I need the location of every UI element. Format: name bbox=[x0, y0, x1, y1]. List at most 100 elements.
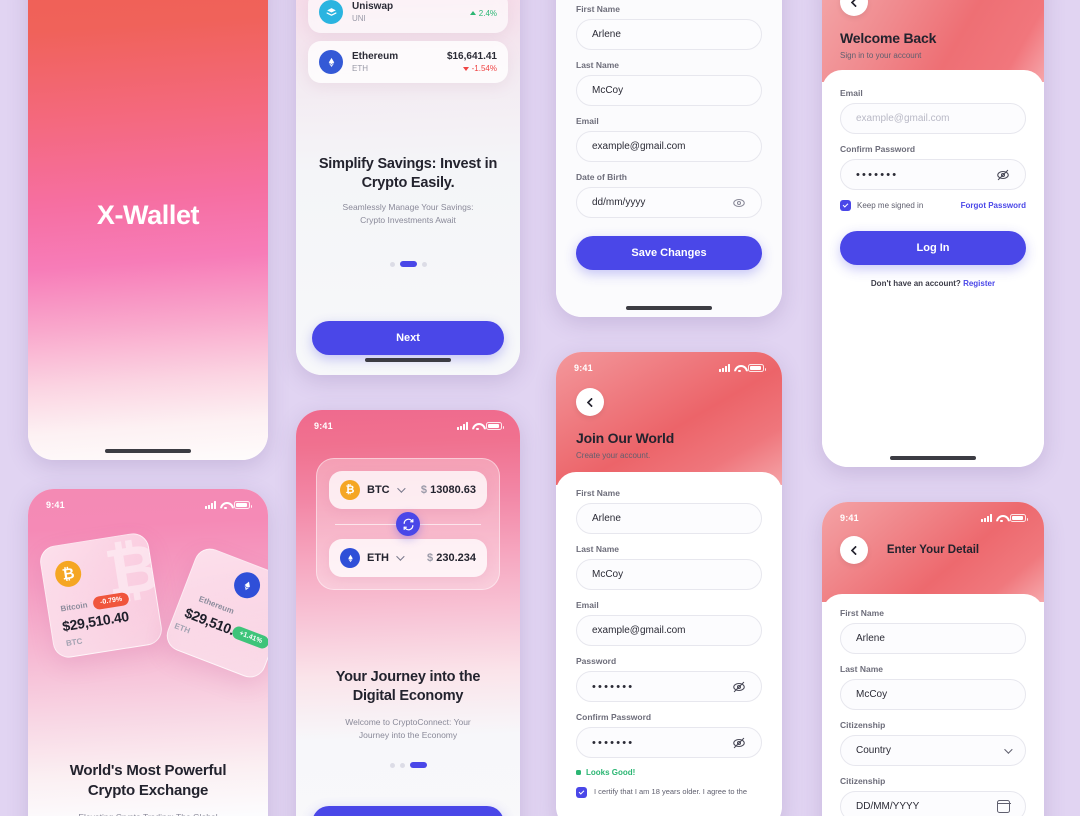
ethereum-icon bbox=[230, 568, 264, 603]
page-title: Welcome Back bbox=[840, 30, 937, 46]
get-started-button[interactable]: Get Started bbox=[312, 806, 504, 816]
date-input[interactable]: DD/MM/YYYY bbox=[840, 791, 1026, 816]
confirm-password-input[interactable]: ••••••• bbox=[576, 727, 762, 758]
ethereum-icon bbox=[319, 50, 343, 74]
swap-direction-button[interactable] bbox=[396, 512, 420, 536]
swap-title-line1: Your Journey into the bbox=[335, 669, 481, 685]
status-icons bbox=[205, 501, 252, 509]
save-changes-button[interactable]: Save Changes bbox=[576, 236, 762, 270]
first-name-input[interactable]: Arlene bbox=[840, 623, 1026, 654]
coin-price: $16,641.41 bbox=[446, 51, 497, 62]
calendar-icon[interactable] bbox=[996, 800, 1011, 813]
bitcoin-name: Bitcoin bbox=[59, 600, 89, 614]
eye-off-icon[interactable] bbox=[732, 680, 746, 694]
keep-signed-in-checkbox[interactable] bbox=[840, 200, 851, 211]
next-button[interactable]: Next bbox=[312, 321, 504, 355]
field-first-name: First Name Arlene bbox=[576, 488, 762, 534]
pagination-dots[interactable] bbox=[296, 762, 520, 768]
back-button[interactable] bbox=[840, 0, 868, 16]
password-input[interactable]: ••••••• bbox=[576, 671, 762, 702]
coin-name: Uniswap bbox=[352, 1, 394, 13]
chevron-down-icon[interactable] bbox=[396, 552, 405, 561]
forgot-password-link[interactable]: Forgot Password bbox=[961, 201, 1026, 210]
back-button[interactable] bbox=[576, 388, 604, 416]
last-name-input[interactable]: McCoy bbox=[576, 75, 762, 106]
status-bar: 9:41 bbox=[28, 497, 268, 513]
first-name-input[interactable]: Arlene bbox=[576, 19, 762, 50]
battery-icon bbox=[748, 364, 766, 372]
coin-row-ethereum[interactable]: Ethereum ETH $16,641.41 -1.54% bbox=[308, 41, 508, 83]
pagination-dots[interactable] bbox=[296, 261, 520, 267]
bitcoin-card[interactable]: ₿ ₿ Bitcoin -0.79% $29,510.40 BTC bbox=[37, 531, 165, 660]
page-subtitle: Create your account. bbox=[576, 451, 651, 460]
log-in-button[interactable]: Log In bbox=[840, 231, 1026, 265]
eye-off-icon[interactable] bbox=[996, 168, 1010, 182]
coin-row-uniswap[interactable]: Uniswap UNI 2.4% bbox=[308, 0, 508, 33]
status-icons bbox=[457, 422, 504, 430]
chevron-down-icon[interactable] bbox=[396, 484, 406, 493]
field-last-name: Last Name McCoy bbox=[840, 664, 1026, 710]
swap-to-amount: 230.234 bbox=[436, 552, 476, 564]
coin-change: 2.4% bbox=[478, 8, 497, 18]
status-icons bbox=[981, 514, 1028, 522]
field-label: Date of Birth bbox=[576, 172, 627, 182]
last-name-input[interactable]: McCoy bbox=[840, 679, 1026, 710]
field-label: Email bbox=[576, 600, 599, 610]
swap-from-symbol: BTC bbox=[367, 484, 390, 496]
status-time: 9:41 bbox=[574, 363, 593, 373]
ethereum-card[interactable]: Ethereum $29,510.40 ETH +1.41% bbox=[162, 543, 268, 683]
pagination-dot-active[interactable] bbox=[399, 261, 417, 267]
field-label: Password bbox=[576, 656, 617, 666]
first-name-input[interactable]: Arlene bbox=[576, 503, 762, 534]
last-name-input[interactable]: McCoy bbox=[576, 559, 762, 590]
pagination-dot-active[interactable] bbox=[409, 762, 427, 768]
date-of-birth-input[interactable]: dd/mm/yyyy bbox=[576, 187, 762, 218]
phone-login: Welcome Back Sign in to your account Ema… bbox=[822, 0, 1044, 467]
field-citizenship-date: Citizenship DD/MM/YYYY bbox=[840, 776, 1026, 816]
field-email: Email example@gmail.com bbox=[576, 600, 762, 646]
status-bar: 9:41 bbox=[556, 360, 782, 376]
swap-to-row[interactable]: ETH $ 230.234 bbox=[329, 539, 487, 577]
field-label: Email bbox=[840, 88, 863, 98]
chevron-left-icon bbox=[850, 545, 860, 555]
exchange-title-line2: Crypto Exchange bbox=[87, 781, 209, 799]
email-input[interactable]: example@gmail.com bbox=[576, 615, 762, 646]
no-account-text: Don't have an account? bbox=[870, 279, 961, 288]
field-label: Confirm Password bbox=[576, 712, 652, 722]
field-label: First Name bbox=[576, 488, 620, 498]
certify-row[interactable]: I certify that I am 18 years older. I ag… bbox=[576, 787, 762, 798]
register-link[interactable]: Register bbox=[963, 279, 995, 288]
home-indicator bbox=[365, 358, 451, 362]
field-label: Confirm Password bbox=[840, 144, 916, 154]
field-first-name: First Name Arlene bbox=[840, 608, 1026, 654]
wifi-icon bbox=[996, 514, 1006, 522]
keep-signed-in-label: Keep me signed in bbox=[857, 201, 924, 210]
keep-signed-in-row[interactable]: Keep me signed in bbox=[840, 200, 923, 211]
chevron-down-icon[interactable] bbox=[1004, 744, 1013, 754]
field-label: First Name bbox=[576, 4, 620, 14]
chevron-left-icon bbox=[586, 397, 596, 407]
eye-off-icon[interactable] bbox=[732, 736, 746, 750]
pagination-dot[interactable] bbox=[389, 762, 395, 768]
email-input[interactable]: example@gmail.com bbox=[576, 131, 762, 162]
uniswap-icon bbox=[319, 0, 343, 24]
back-button[interactable] bbox=[840, 536, 868, 564]
phone-edit-profile: First Name Arlene Last Name McCoy Email … bbox=[556, 0, 782, 317]
field-date-of-birth: Date of Birth dd/mm/yyyy bbox=[576, 172, 762, 218]
eye-icon[interactable] bbox=[732, 196, 746, 210]
home-indicator bbox=[626, 306, 712, 310]
field-last-name: Last Name McCoy bbox=[576, 544, 762, 590]
certify-text: I certify that I am 18 years older. I ag… bbox=[594, 787, 747, 796]
swap-from-row[interactable]: ₿ BTC $ 13080.63 bbox=[329, 471, 487, 509]
pagination-dot[interactable] bbox=[421, 261, 427, 267]
pagination-dot[interactable] bbox=[389, 261, 395, 267]
password-input[interactable]: ••••••• bbox=[840, 159, 1026, 190]
pagination-dot[interactable] bbox=[399, 762, 405, 768]
register-row: Don't have an account? Register bbox=[840, 279, 1026, 288]
ethereum-icon bbox=[340, 548, 360, 568]
validation-dot-icon bbox=[576, 770, 581, 775]
country-select[interactable]: Country bbox=[840, 735, 1026, 766]
field-label: Email bbox=[576, 116, 599, 126]
email-input[interactable]: example@gmail.com bbox=[840, 103, 1026, 134]
certify-checkbox[interactable] bbox=[576, 787, 587, 798]
